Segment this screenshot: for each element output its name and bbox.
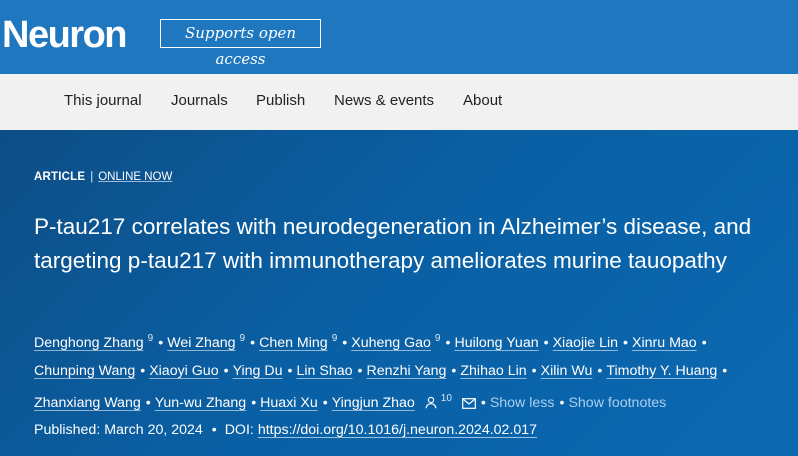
- author-link[interactable]: Huaxi Xu: [260, 395, 318, 411]
- nav-item-about[interactable]: About: [463, 74, 502, 130]
- author-link[interactable]: Wei Zhang: [167, 335, 235, 351]
- nav-item-journals[interactable]: Journals: [171, 74, 228, 130]
- author-separator: •: [597, 362, 603, 379]
- author-separator: •: [701, 335, 707, 351]
- author-link[interactable]: Chen Ming: [259, 335, 328, 351]
- author-separator: •: [250, 335, 256, 351]
- author-separator: •: [543, 335, 549, 351]
- person-icon: [425, 392, 437, 420]
- author-separator: •: [445, 335, 451, 351]
- author-separator: •: [722, 362, 728, 379]
- author-link[interactable]: Zhanxiang Wang: [34, 395, 141, 411]
- meta-separator: |: [90, 171, 94, 183]
- doi-link[interactable]: https://doi.org/10.1016/j.neuron.2024.02…: [258, 422, 537, 438]
- author-link[interactable]: Xiaoyi Guo: [149, 363, 218, 379]
- author-list: Denghong Zhang 9 • Wei Zhang 9 • Chen Ming 9 • Xu…: [34, 325, 794, 420]
- author-link[interactable]: Yingjun Zhao: [332, 395, 415, 411]
- author-link[interactable]: Denghong Zhang: [34, 335, 144, 351]
- author-link[interactable]: Xuheng Gao: [351, 335, 431, 351]
- author-affiliation-sup[interactable]: 10: [441, 393, 452, 404]
- article-meta: ARTICLE | ONLINE NOW: [34, 170, 172, 184]
- published-label: Published:: [34, 422, 101, 438]
- show-footnotes-link[interactable]: Show footnotes: [568, 395, 666, 411]
- show-less-link[interactable]: Show less: [490, 395, 555, 411]
- author-link[interactable]: Zhihao Lin: [460, 363, 526, 379]
- article-type-label: ARTICLE: [34, 171, 86, 183]
- doi-label: DOI:: [224, 422, 254, 438]
- publication-info: Published: March 20, 2024 • DOI: https:/…: [34, 420, 537, 440]
- author-affiliation-sup[interactable]: 9: [240, 333, 246, 344]
- article-header: ARTICLE | ONLINE NOW P-tau217 correlates w…: [0, 130, 798, 456]
- author-separator: •: [342, 335, 348, 351]
- author-link[interactable]: Lin Shao: [296, 363, 352, 379]
- envelope-icon[interactable]: [461, 392, 476, 420]
- meta-bullet: •: [211, 422, 217, 438]
- nav-item-publish[interactable]: Publish: [256, 74, 305, 130]
- published-date: March 20, 2024: [104, 422, 203, 438]
- author-affiliation-sup[interactable]: 9: [148, 333, 154, 344]
- author-link[interactable]: Renzhi Yang: [366, 363, 446, 379]
- author-separator: •: [223, 362, 229, 379]
- author-affiliation-sup[interactable]: 9: [435, 333, 441, 344]
- author-link[interactable]: Timothy Y. Huang: [606, 363, 717, 379]
- author-separator: •: [623, 335, 629, 351]
- journal-logo[interactable]: Neuron: [2, 12, 128, 58]
- author-link[interactable]: Xiaojie Lin: [553, 335, 618, 351]
- author-link[interactable]: Xinru Mao: [632, 335, 697, 351]
- author-separator: •: [531, 362, 537, 379]
- nav-item-news-events[interactable]: News & events: [334, 74, 434, 130]
- open-access-badge[interactable]: Supports open access: [160, 19, 321, 68]
- journal-header: Neuron Supports open access: [0, 0, 798, 74]
- online-now-link[interactable]: ONLINE NOW: [98, 171, 172, 183]
- author-link[interactable]: Xilin Wu: [541, 363, 593, 379]
- author-separator: •: [451, 362, 457, 379]
- author-separator: •: [357, 362, 363, 379]
- author-separator: •: [559, 395, 565, 411]
- author-separator: •: [251, 395, 257, 411]
- author-separator: •: [145, 395, 151, 411]
- author-link[interactable]: Yun-wu Zhang: [155, 395, 247, 411]
- author-link[interactable]: Ying Du: [233, 363, 283, 379]
- author-separator: •: [287, 362, 293, 379]
- author-separator: •: [140, 362, 146, 379]
- author-affiliation-sup[interactable]: 9: [332, 333, 338, 344]
- author-link[interactable]: Huilong Yuan: [454, 335, 538, 351]
- author-separator: •: [158, 335, 164, 351]
- main-navigation: This journal Journals Publish News & eve…: [0, 74, 798, 130]
- nav-item-this-journal[interactable]: This journal: [64, 74, 142, 130]
- author-separator: •: [322, 395, 328, 411]
- author-link[interactable]: Chunping Wang: [34, 363, 135, 379]
- author-separator: •: [480, 395, 486, 411]
- article-title: P-tau217 correlates with neurodegenerati…: [34, 214, 752, 273]
